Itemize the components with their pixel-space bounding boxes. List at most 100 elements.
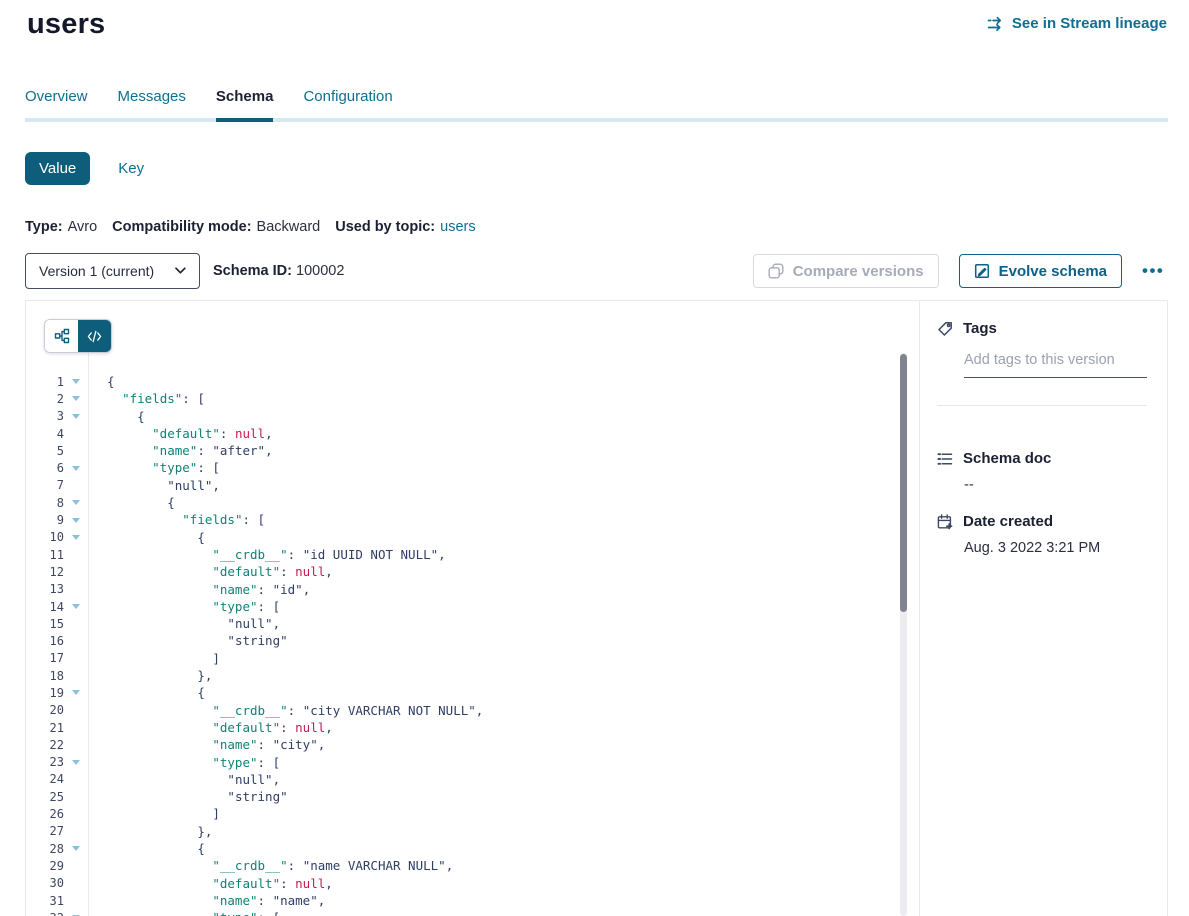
code-line: 24 "null", [26,771,899,788]
add-tags-input[interactable] [964,352,1147,378]
version-select[interactable]: Version 1 (current) [25,253,200,289]
code-text: "fields": [ [88,511,265,528]
line-number: 31 [26,894,64,908]
line-number: 2 [26,392,64,406]
fold-toggle-icon[interactable] [72,535,80,540]
evolve-schema-label: Evolve schema [999,263,1107,280]
code-text: "type": [ [88,909,280,916]
key-tab[interactable]: Key [118,160,144,177]
schema-doc-title: Schema doc [963,450,1051,467]
code-text: "type": [ [88,754,280,771]
code-line: 1{ [26,373,899,390]
schema-type-label: Type: [25,219,63,235]
tree-view-icon [54,328,70,344]
code-text: { [88,494,175,511]
used-by-topic-label: Used by topic: [335,219,435,235]
schema-type-value: Avro [68,219,98,235]
line-number: 27 [26,824,64,838]
fold-toggle-icon[interactable] [72,604,80,609]
fold-toggle-icon[interactable] [72,396,80,401]
code-line: 29 "__crdb__": "name VARCHAR NULL", [26,857,899,874]
fold-toggle-icon[interactable] [72,846,80,851]
topic-link[interactable]: users [440,219,475,235]
fold-toggle-icon[interactable] [72,466,80,471]
line-number: 19 [26,686,64,700]
code-view-button[interactable] [78,320,111,352]
tab-schema[interactable]: Schema [216,88,274,118]
tree-view-button[interactable] [45,320,78,352]
code-text: "default": null, [88,719,333,736]
line-number: 12 [26,565,64,579]
value-tab[interactable]: Value [25,152,90,185]
fold-toggle-icon[interactable] [72,379,80,384]
tab-messages[interactable]: Messages [118,88,186,118]
more-actions-button[interactable]: ••• [1136,260,1168,282]
code-line: 9 "fields": [ [26,511,899,528]
code-text: "default": null, [88,875,333,892]
tags-title: Tags [963,320,997,337]
line-number: 26 [26,807,64,821]
code-line: 22 "name": "city", [26,736,899,753]
code-line: 15 "null", [26,615,899,632]
evolve-schema-button[interactable]: Evolve schema [959,254,1122,288]
code-text: "null", [88,771,280,788]
code-line: 32 "type": [ [26,909,899,916]
line-number: 23 [26,755,64,769]
line-number: 6 [26,461,64,475]
code-line: 14 "type": [ [26,598,899,615]
code-editor[interactable]: 1{2 "fields": [3 {4 "default": null,5 "n… [26,353,899,916]
compatibility-mode: Compatibility mode: Backward [112,219,320,235]
code-line: 8 { [26,494,899,511]
line-number: 21 [26,721,64,735]
line-number: 4 [26,427,64,441]
calendar-plus-icon [937,514,953,530]
code-line: 30 "default": null, [26,875,899,892]
code-text: { [88,373,115,390]
line-number: 8 [26,496,64,510]
code-text: "name": "city", [88,736,325,753]
date-created-header: Date created [937,513,1147,530]
line-number: 10 [26,530,64,544]
code-text: "fields": [ [88,390,205,407]
line-number: 5 [26,444,64,458]
code-text: "string" [88,632,288,649]
fold-toggle-icon[interactable] [72,690,80,695]
line-number: 7 [26,478,64,492]
code-line: 2 "fields": [ [26,390,899,407]
code-scrollbar-track[interactable] [900,353,907,916]
code-line: 4 "default": null, [26,425,899,442]
code-text: { [88,684,205,701]
schema-view-toggle [44,319,112,353]
page-title: users [27,8,105,41]
code-line: 7 "null", [26,477,899,494]
code-text: "null", [88,477,220,494]
code-text: "name": "name", [88,892,325,909]
tab-overview[interactable]: Overview [25,88,88,118]
stream-lineage-icon [987,16,1004,32]
code-text: }, [88,823,212,840]
stream-lineage-link[interactable]: See in Stream lineage [987,15,1167,32]
code-line: 26 ] [26,805,899,822]
fold-toggle-icon[interactable] [72,500,80,505]
code-line: 31 "name": "name", [26,892,899,909]
stream-lineage-label: See in Stream lineage [1012,15,1167,32]
tab-configuration[interactable]: Configuration [303,88,392,118]
compare-versions-button[interactable]: Compare versions [753,254,939,288]
code-line: 13 "name": "id", [26,581,899,598]
code-line: 6 "type": [ [26,459,899,476]
line-number: 13 [26,582,64,596]
code-text: "default": null, [88,425,273,442]
compare-versions-icon [768,263,784,279]
compatibility-mode-value: Backward [257,219,321,235]
code-line: 21 "default": null, [26,719,899,736]
tags-section-header: Tags [937,320,1147,337]
fold-toggle-icon[interactable] [72,414,80,419]
code-text: { [88,529,205,546]
code-line: 3 { [26,408,899,425]
tab-bar: Overview Messages Schema Configuration [25,88,1168,122]
code-scrollbar-thumb[interactable] [900,354,907,612]
fold-toggle-icon[interactable] [72,518,80,523]
fold-toggle-icon[interactable] [72,760,80,765]
line-number: 20 [26,703,64,717]
code-view-icon [87,329,102,344]
